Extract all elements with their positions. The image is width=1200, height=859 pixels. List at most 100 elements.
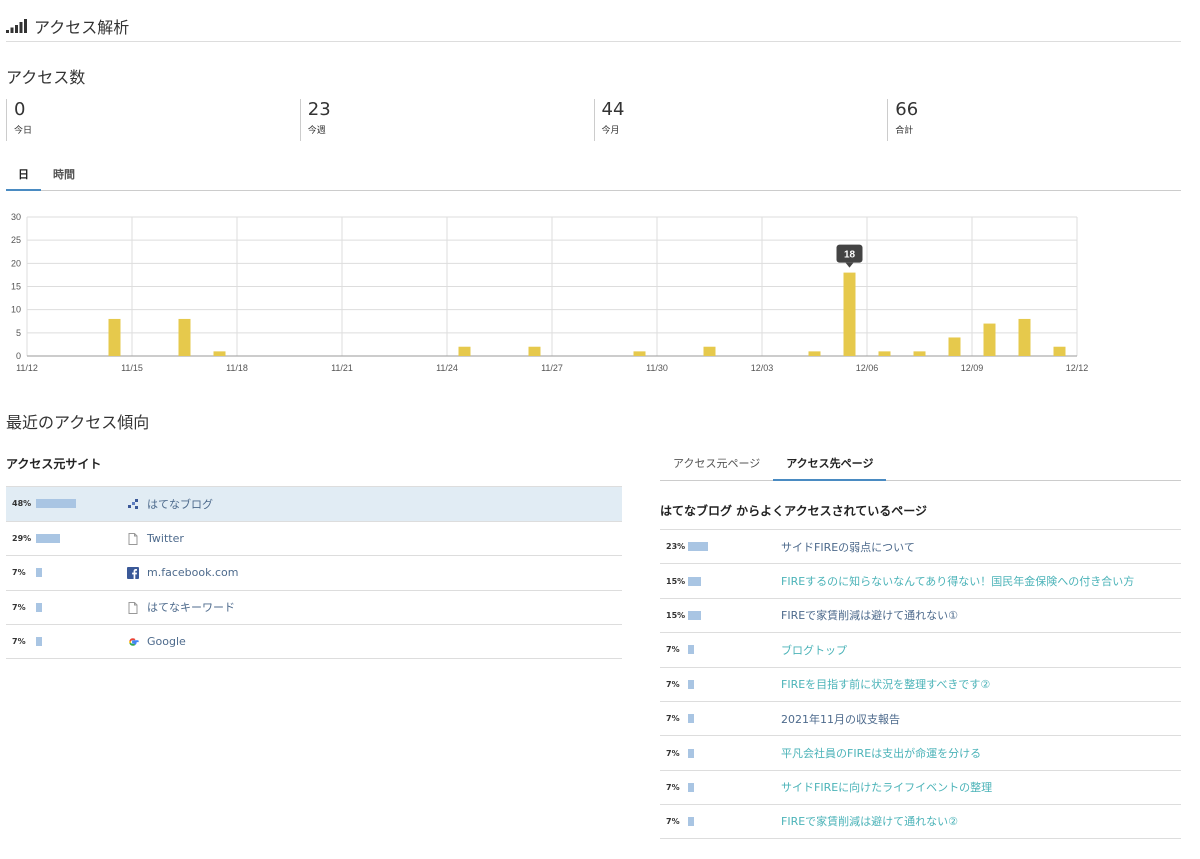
x-tick-label: 11/21 [331, 363, 353, 373]
source-row[interactable]: 7% m.facebook.com [6, 555, 622, 590]
page-row[interactable]: 15% FIREするのに知らないなんてあり得ない！国民年金保険への付き合い方 [660, 563, 1181, 597]
stat-value: 0 [14, 99, 26, 120]
bar [528, 346, 541, 356]
hatena-blog-icon [128, 499, 138, 509]
bar [983, 323, 996, 356]
stat-value: 66 [895, 99, 919, 120]
sources-list: 48% はてなブログ 29% Twitter 7% m.facebook.com… [6, 486, 622, 659]
sources-heading: アクセス元サイト [6, 457, 102, 471]
source-row[interactable]: 48% はてなブログ [6, 486, 622, 521]
source-row[interactable]: 7% はてなキーワード [6, 589, 622, 625]
page-pct: 15% [666, 610, 686, 620]
source-pct: 29% [12, 533, 32, 543]
page-header: アクセス解析 [6, 10, 1181, 42]
tab-landing-pages[interactable]: アクセス先ページ [773, 447, 887, 481]
page-row[interactable]: 15% FIREで家賃削減は避けて通れない① [660, 597, 1181, 632]
trends-title: 最近のアクセス傾向 [6, 413, 150, 432]
share-bar [688, 576, 701, 586]
page-link[interactable]: サイドFIREに向けたライフイベントの整理 [781, 779, 992, 795]
tooltip-pointer [845, 262, 854, 268]
share-bar [688, 610, 701, 620]
stat-label: 今月 [601, 126, 620, 136]
x-tick-label: 11/24 [436, 363, 458, 373]
page-row[interactable]: 7% サイドFIREに向けたライフイベントの整理 [660, 769, 1181, 804]
bar [703, 346, 716, 356]
page-link[interactable]: ブログトップ [781, 642, 847, 658]
access-sources-panel: アクセス元サイト 48% はてなブログ 29% Twitter 7% m.fac… [6, 455, 622, 659]
stat-month: 44 今月 [593, 99, 888, 141]
document-icon [128, 601, 138, 614]
page-pct: 7% [666, 816, 680, 826]
page-link[interactable]: 平凡会社員のFIREは支出が命運を分ける [781, 745, 981, 761]
bar [878, 351, 891, 356]
source-label[interactable]: はてなブログ [147, 496, 213, 512]
x-tick-label: 12/09 [961, 363, 984, 373]
stat-value: 23 [307, 99, 331, 120]
page-row[interactable]: 23% サイドFIREの弱点について [660, 529, 1181, 563]
page-pct: 7% [666, 645, 680, 655]
share-bar [36, 602, 42, 612]
source-row[interactable]: 29% Twitter [6, 520, 622, 556]
page-link[interactable]: FIREを目指す前に状況を整理すべきです② [781, 676, 990, 692]
access-pages-panel: アクセス元ページ アクセス先ページ はてなブログ からよくアクセスされているペー… [660, 447, 1181, 839]
source-label[interactable]: Twitter [147, 532, 184, 545]
tab-referrer-pages[interactable]: アクセス元ページ [660, 447, 773, 481]
y-tick-label: 25 [11, 235, 21, 245]
page-pct: 23% [666, 542, 686, 552]
share-bar [36, 568, 42, 578]
bar [178, 318, 191, 356]
bar [948, 337, 961, 356]
bar [458, 346, 471, 356]
source-label[interactable]: はてなキーワード [147, 599, 235, 615]
source-label[interactable]: Google [147, 635, 186, 648]
bar [1018, 318, 1031, 356]
page-pct: 7% [666, 782, 680, 792]
signal-bars-icon [6, 18, 27, 33]
tab-day[interactable]: 日 [6, 162, 41, 191]
share-bar [688, 645, 694, 655]
page-row[interactable]: 7% ブログトップ [660, 632, 1181, 666]
page-link[interactable]: FIREするのに知らないなんてあり得ない！国民年金保険への付き合い方 [781, 573, 1134, 589]
y-tick-label: 15 [11, 282, 21, 292]
page-link[interactable]: サイドFIREの弱点について [781, 539, 915, 555]
y-tick-label: 0 [16, 351, 21, 361]
page-pct: 7% [666, 714, 680, 724]
stat-label: 合計 [895, 126, 914, 136]
share-bar [36, 636, 42, 646]
page-link[interactable]: FIREで家賃削減は避けて通れない② [781, 813, 958, 829]
facebook-icon [127, 567, 139, 579]
bar [808, 351, 821, 356]
source-row[interactable]: 7% Google [6, 624, 622, 659]
stat-label: 今日 [14, 126, 33, 136]
share-bar [688, 748, 694, 758]
stat-today: 0 今日 [6, 99, 300, 141]
tab-hour[interactable]: 時間 [41, 162, 87, 191]
bar [108, 318, 121, 356]
x-tick-label: 12/03 [751, 363, 774, 373]
source-label[interactable]: m.facebook.com [147, 566, 238, 579]
page-row[interactable]: 7% FIREで家賃削減は避けて通れない② [660, 804, 1181, 839]
bar [843, 272, 856, 356]
page-row[interactable]: 7% 2021年11月の収支報告 [660, 700, 1181, 735]
page-row[interactable]: 7% FIREを目指す前に状況を整理すべきです② [660, 666, 1181, 701]
source-pct: 48% [12, 499, 32, 509]
share-bar [36, 499, 76, 509]
bar [1053, 346, 1066, 356]
x-tick-label: 11/15 [121, 363, 143, 373]
source-pct: 7% [12, 602, 26, 612]
page-row[interactable]: 7% 平凡会社員のFIREは支出が命運を分ける [660, 735, 1181, 769]
pages-heading: はてなブログ からよくアクセスされているページ [660, 504, 927, 518]
y-tick-label: 10 [11, 305, 21, 315]
stat-label: 今週 [307, 126, 326, 136]
pages-tabs: アクセス元ページ アクセス先ページ [660, 447, 1181, 481]
stat-total: 66 合計 [887, 99, 1181, 141]
page-link[interactable]: 2021年11月の収支報告 [781, 711, 900, 727]
share-bar [688, 542, 708, 552]
x-tick-label: 11/12 [16, 363, 38, 373]
bar [213, 351, 226, 356]
page-link[interactable]: FIREで家賃削減は避けて通れない① [781, 607, 958, 623]
access-count-title: アクセス数 [6, 68, 86, 87]
x-tick-label: 11/30 [646, 363, 668, 373]
page-pct: 7% [666, 679, 680, 689]
chart-tabs: 日 時間 [6, 162, 1181, 191]
